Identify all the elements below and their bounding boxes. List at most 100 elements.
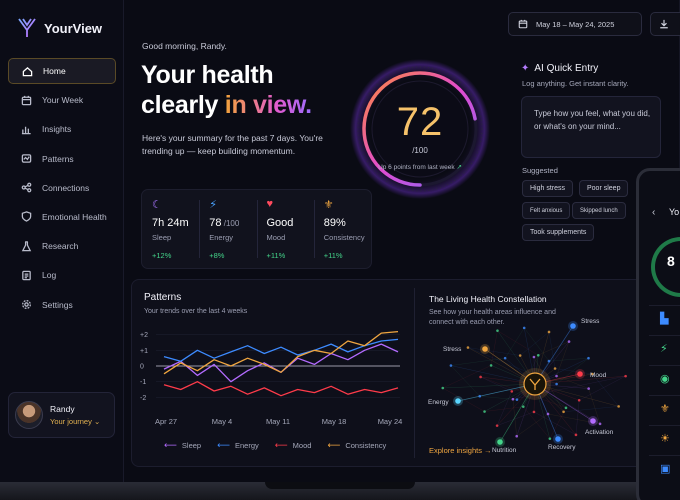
minor-node [624,374,627,378]
sidebar-item-label: Home [43,66,66,76]
brand[interactable]: YourView [18,18,102,38]
legend-item-energy[interactable]: ⟵ Energy [217,440,259,451]
phone-row-activity-icon[interactable]: ⚜ [649,395,680,421]
minor-node [555,374,558,378]
minor-node [449,364,453,367]
home-icon [21,65,33,77]
stat-label: Sleep [152,233,172,242]
legend-item-sleep[interactable]: ⟵ Sleep [164,440,201,451]
explore-insights-link[interactable]: Explore insights → [429,446,492,455]
stat-energy[interactable]: ⚡ 78 /100 Energy +8% [199,190,256,268]
headline-line1: Your health [141,61,274,89]
quick-entry-input[interactable]: Type how you feel, what you did, or what… [521,96,661,158]
phone-score-ring [651,237,680,297]
sidebar-item-label: Your Week [42,95,84,106]
legend-swatch-icon: ⟵ [217,440,230,450]
suggestion-chip[interactable]: Took supplements [522,224,595,241]
minor-node [515,398,519,401]
y-tick-label: -2 [140,395,146,402]
sparkle-icon: ✦ [521,63,530,74]
legend-item-mood[interactable]: ⟵ Mood [275,440,312,451]
node-stress [570,323,576,329]
flask-icon [20,240,32,252]
minor-node [587,356,590,360]
minor-node [483,410,486,413]
node-label: Energy [428,399,449,406]
y-tick-label: 0 [140,364,144,371]
sidebar-item-connections[interactable]: Connections [8,175,116,201]
suggestion-chip[interactable]: Felt anxious [522,202,571,219]
phone-preview: ‹ Yo 8 ▙ ⚡ ◉ ⚜ ☀ ▣ [636,168,680,500]
suggestion-chip[interactable]: Poor sleep [579,180,629,197]
node-activation [590,418,596,424]
export-button[interactable] [650,12,680,36]
node-label: Recovery [548,444,576,451]
download-icon [660,19,668,29]
patterns-chart[interactable]: +2 +1 0 -1 -2 Apr 27 May 4 May 11 May 18 May 24 [132,320,414,430]
phone-row-energy-icon[interactable]: ⚡ [649,335,680,361]
phone-row-log-icon[interactable]: ▣ [649,455,680,481]
date-range-picker[interactable]: May 18 – May 24, 2025 [508,12,642,36]
sidebar-item-settings[interactable]: Settings [8,292,116,318]
sidebar-item-log[interactable]: Log [8,262,116,288]
sidebar-item-insights[interactable]: Insights [8,116,116,142]
node-label: Activation [585,429,614,436]
x-tick-label: May 18 [322,417,347,426]
x-tick-label: May 24 [378,417,403,426]
sidebar-item-label: Settings [42,299,73,310]
minor-node [574,433,578,437]
legend-swatch-icon: ⟵ [327,440,341,450]
stat-delta: +11% [266,251,286,260]
stat-consistency[interactable]: ⚜ 89% Consistency +11% [313,190,371,268]
headline: Your health clearly in view. [141,60,312,120]
sidebar-item-patterns[interactable]: Patterns [8,146,116,172]
patterns-subtitle: Your trends over the last 4 weeks [144,308,248,315]
minor-node [441,386,445,390]
suggestion-chip[interactable]: High stress [522,180,574,197]
heart-icon: ♥ [266,198,274,210]
stat-value: 89% [323,217,346,229]
placeholder-line: or what's on your mind... [534,122,621,131]
connection-line [520,331,550,356]
node-recovery [555,436,561,442]
stat-value: 78 [209,217,222,229]
node-nutrition [497,439,503,445]
placeholder-line: Type how you feel, what you did, [534,109,651,118]
sidebar-item-your-week[interactable]: Your Week [8,87,116,113]
legend-item-consistency[interactable]: ⟵ Consistency [327,440,386,451]
phone-row-stress-icon[interactable]: ☀ [649,425,680,451]
stat-mood[interactable]: ♥ Good Mood +11% [256,190,314,268]
constellation-graph[interactable]: Stress Stress Mood Energy Nutrition Recovery A… [415,304,635,464]
minor-node [553,367,557,370]
health-score-denominator: /100 [412,146,428,155]
connection-line [555,368,593,375]
stat-sleep[interactable]: ☾ 7h 24m Sleep +12% [142,190,199,268]
node-label: Stress [443,346,462,353]
sidebar-item-label: Insights [42,124,72,135]
profile-card[interactable]: Randy Your journey ⌄ [8,392,115,438]
sidebar-item-research[interactable]: Research [8,233,116,259]
node-label: Mood [590,372,607,379]
pattern-icon [20,153,32,165]
headline-line2: clearly in view. [141,91,312,119]
minor-node [562,410,565,414]
phone-row-mood-icon[interactable]: ◉ [649,365,680,391]
phone-row-sleep-icon[interactable]: ▙ [649,305,680,331]
suggestion-chip[interactable]: Skipped lunch [572,202,626,219]
sidebar-item-home[interactable]: Home [8,58,116,84]
summary-text: Here's your summary for the past 7 days.… [142,133,323,156]
back-icon[interactable]: ‹ [652,207,655,218]
sidebar-item-label: Connections [42,182,90,193]
minor-node [532,410,536,414]
health-score-value: 72 [396,100,444,144]
node-stress [482,346,488,352]
bar-chart-icon [20,123,32,135]
series-line-sleep [163,343,399,383]
minor-node [511,397,515,401]
minor-node [577,398,581,402]
quick-entry-title: ✦ AI Quick Entry [521,63,599,74]
patterns-title: Patterns [144,292,182,303]
sidebar-item-emotional-health[interactable]: Emotional Health [8,204,116,230]
minor-node [587,387,590,390]
stat-delta: +12% [152,251,172,260]
